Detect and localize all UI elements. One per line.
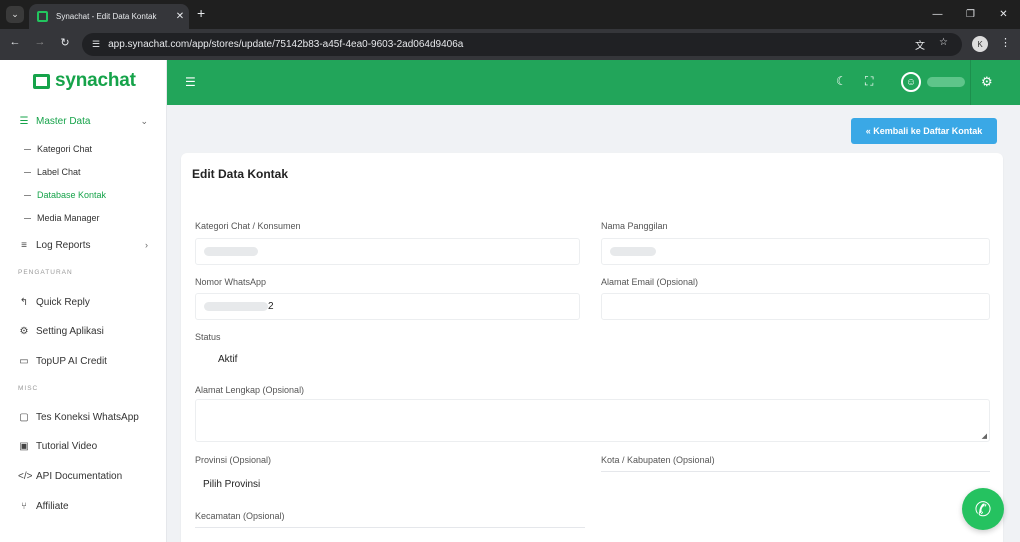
- kota-label: Kota / Kabupaten (Opsional): [601, 455, 715, 465]
- sidebar-item-label: TopUP AI Credit: [36, 355, 107, 367]
- sidebar-item-label: Quick Reply: [36, 296, 90, 308]
- sidebar-item-log-reports[interactable]: ≡ Log Reports ›: [0, 233, 166, 257]
- whatsapp-chat-button[interactable]: ✆: [962, 488, 1004, 530]
- sidebar-item-setting-aplikasi[interactable]: ⚙ Setting Aplikasi: [0, 319, 166, 343]
- synachat-logo-icon: [33, 73, 50, 89]
- card-title: Edit Data Kontak: [192, 167, 289, 181]
- edit-contact-card: Edit Data Kontak Kategori Chat / Konsume…: [181, 153, 1003, 542]
- tab-close-icon[interactable]: ✕: [171, 11, 189, 22]
- nomor-whatsapp-input[interactable]: 2: [195, 293, 580, 320]
- user-name[interactable]: username: [927, 77, 965, 87]
- status-select[interactable]: Aktif: [195, 346, 580, 373]
- sidebar-item-label: Tes Koneksi WhatsApp: [36, 411, 139, 423]
- resize-handle-icon[interactable]: ◢: [982, 432, 987, 440]
- fullscreen-icon[interactable]: ⛶: [865, 74, 873, 89]
- sidebar-item-api-documentation[interactable]: </> API Documentation: [0, 464, 166, 488]
- sidebar-item-label: Affiliate: [36, 500, 69, 512]
- settings-gear-icon[interactable]: ⚙: [981, 74, 993, 90]
- section-label-pengaturan: PENGATURAN: [18, 269, 73, 276]
- url-text: app.synachat.com/app/stores/update/75142…: [108, 39, 464, 50]
- alamat-textarea[interactable]: ◢: [195, 399, 990, 442]
- credit-card-icon: ▭: [19, 355, 29, 367]
- sidebar-item-topup[interactable]: ▭ TopUP AI Credit: [0, 349, 166, 373]
- sidebar: synachat ☰ Master Data ⌄ Kategori Chat L…: [0, 60, 167, 542]
- browser-toolbar: ← → ↻ ☰ app.synachat.com/app/stores/upda…: [0, 29, 1020, 60]
- logo-text: synachat: [55, 70, 136, 91]
- sidebar-subitem-media-manager[interactable]: Media Manager: [24, 208, 100, 228]
- tab-search-chevron-icon[interactable]: ⌄: [6, 6, 24, 23]
- window-controls: — ❐ ✕: [921, 0, 1020, 29]
- translate-icon[interactable]: 文: [915, 37, 925, 52]
- sidebar-item-label: Master Data: [36, 115, 91, 127]
- sidebar-item-affiliate[interactable]: ⑂ Affiliate: [0, 494, 166, 518]
- sidebar-subitem-kategori-chat[interactable]: Kategori Chat: [24, 139, 92, 159]
- kecamatan-label: Kecamatan (Opsional): [195, 511, 285, 521]
- kecamatan-select[interactable]: [195, 527, 585, 528]
- gear-icon: ⚙: [19, 325, 29, 337]
- hamburger-menu-icon[interactable]: ☰: [185, 75, 196, 89]
- sidebar-item-tes-koneksi[interactable]: ▢ Tes Koneksi WhatsApp: [0, 405, 166, 429]
- sidebar-item-quick-reply[interactable]: ↰ Quick Reply: [0, 290, 166, 314]
- synachat-favicon-icon: [37, 11, 48, 22]
- chevron-right-icon: ›: [145, 240, 148, 250]
- log-list-icon: ≡: [21, 239, 27, 251]
- forward-arrow-icon[interactable]: →: [32, 36, 48, 48]
- browser-profile-avatar[interactable]: K: [972, 36, 988, 52]
- share-network-icon: ⑂: [21, 500, 27, 512]
- back-to-contact-list-button[interactable]: « Kembali ke Daftar Kontak: [851, 118, 997, 144]
- status-value: Aktif: [218, 354, 238, 365]
- reply-icon: ↰: [19, 296, 29, 308]
- new-tab-plus-icon[interactable]: +: [197, 5, 205, 21]
- status-label: Status: [195, 332, 221, 342]
- tab-title: Synachat - Edit Data Kontak: [56, 12, 157, 21]
- code-icon: </>: [18, 470, 33, 482]
- restore-icon[interactable]: ❐: [954, 0, 987, 29]
- sidebar-item-label: Log Reports: [36, 239, 91, 251]
- nomor-whatsapp-label: Nomor WhatsApp: [195, 277, 267, 287]
- sidebar-subitem-label-chat[interactable]: Label Chat: [24, 162, 81, 182]
- sidebar-item-master-data[interactable]: ☰ Master Data ⌄: [0, 109, 166, 133]
- dark-mode-moon-icon[interactable]: ☾: [836, 74, 847, 88]
- provinsi-label: Provinsi (Opsional): [195, 455, 272, 465]
- kategori-label: Kategori Chat / Konsumen: [195, 221, 301, 231]
- sidebar-item-label: API Documentation: [36, 470, 123, 482]
- whatsapp-icon: ✆: [974, 498, 992, 521]
- user-avatar-icon[interactable]: ☺: [901, 72, 921, 92]
- sidebar-subitem-database-kontak[interactable]: Database Kontak: [24, 185, 106, 205]
- reload-icon[interactable]: ↻: [57, 36, 73, 49]
- sidebar-item-tutorial-video[interactable]: ▣ Tutorial Video: [0, 434, 166, 458]
- browser-tab-bar: ⌄ Synachat - Edit Data Kontak ✕ + — ❐ ✕: [0, 0, 1020, 29]
- site-info-icon[interactable]: ☰: [92, 39, 100, 50]
- browser-tab[interactable]: Synachat - Edit Data Kontak ✕: [29, 4, 189, 29]
- message-square-icon: ▢: [19, 411, 29, 423]
- synachat-logo[interactable]: synachat: [33, 70, 136, 92]
- sidebar-item-label: Setting Aplikasi: [36, 325, 104, 337]
- email-input[interactable]: [601, 293, 990, 320]
- nomor-whatsapp-value: 2: [268, 301, 274, 312]
- list-icon: ☰: [19, 115, 29, 127]
- close-window-icon[interactable]: ✕: [987, 0, 1020, 29]
- nama-panggilan-label: Nama Panggilan: [601, 221, 668, 231]
- provinsi-select[interactable]: Pilih Provinsi: [195, 471, 580, 498]
- kota-select[interactable]: [601, 471, 990, 472]
- video-icon: ▣: [19, 440, 29, 452]
- chevron-down-icon: ⌄: [140, 115, 148, 126]
- kategori-select[interactable]: [195, 238, 580, 265]
- email-label: Alamat Email (Opsional): [601, 277, 699, 287]
- sidebar-item-label: Tutorial Video: [36, 440, 98, 452]
- back-arrow-icon[interactable]: ←: [7, 36, 23, 48]
- address-bar[interactable]: ☰ app.synachat.com/app/stores/update/751…: [82, 33, 962, 56]
- alamat-label: Alamat Lengkap (Opsional): [195, 385, 305, 395]
- minimize-icon[interactable]: —: [921, 0, 954, 29]
- nama-panggilan-input[interactable]: [601, 238, 990, 265]
- bookmark-star-icon[interactable]: ☆: [939, 37, 948, 52]
- app-header: ☰ ☾ ⛶ ☺ username ⚙: [167, 60, 1020, 105]
- section-label-misc: MISC: [18, 385, 39, 392]
- browser-menu-icon[interactable]: ⋮: [1000, 36, 1011, 49]
- provinsi-value: Pilih Provinsi: [203, 479, 261, 490]
